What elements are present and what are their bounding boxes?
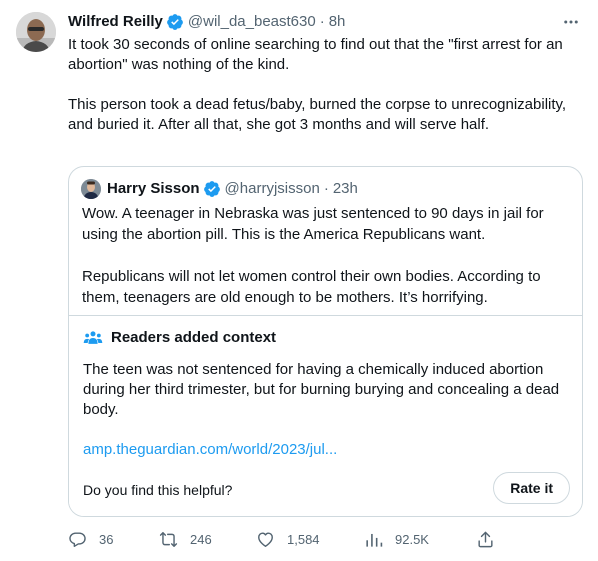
community-note: Readers added context The teen was not s… xyxy=(69,315,582,516)
like-button[interactable]: 1,584 xyxy=(256,528,320,550)
separator-dot: · xyxy=(319,13,325,30)
retweet-count: 246 xyxy=(190,531,212,547)
tweet-actions: 36 246 1,584 92.5K xyxy=(68,528,498,550)
reply-icon xyxy=(69,531,86,547)
retweet-icon xyxy=(159,531,178,547)
views-count: 92.5K xyxy=(395,531,429,547)
quoted-author-handle: @harryjsisson xyxy=(224,180,320,197)
people-icon xyxy=(83,331,103,344)
quoted-tweet-header: Harry Sisson @harryjsisson · 23h xyxy=(81,179,358,199)
helpful-prompt: Do you find this helpful? xyxy=(83,482,233,498)
reply-count: 36 xyxy=(99,531,114,547)
more-options-button[interactable] xyxy=(560,12,582,32)
community-note-link[interactable]: amp.theguardian.com/world/2023/jul... xyxy=(83,440,337,460)
rate-it-button[interactable]: Rate it xyxy=(493,472,570,504)
quoted-author-name: Harry Sisson xyxy=(107,180,200,197)
author-avatar[interactable] xyxy=(16,12,56,52)
community-note-title: Readers added context xyxy=(83,328,276,348)
author-name[interactable]: Wilfred Reilly xyxy=(68,12,163,32)
tweet: Wilfred Reilly @wil_da_beast630 · 8h It … xyxy=(0,0,598,561)
tweet-paragraph: It took 30 seconds of online searching t… xyxy=(68,36,563,73)
person-avatar-icon xyxy=(81,179,101,199)
author-handle[interactable]: @wil_da_beast630 xyxy=(188,12,316,32)
quoted-author-avatar xyxy=(81,179,101,199)
quoted-tweet-timestamp: 23h xyxy=(332,180,358,197)
community-note-text: The teen was not sentenced for having a … xyxy=(83,361,560,418)
reply-button[interactable]: 36 xyxy=(68,528,113,550)
tweet-paragraph: This person took a dead fetus/baby, burn… xyxy=(68,96,567,133)
views-button[interactable]: 92.5K xyxy=(364,528,429,550)
heart-icon xyxy=(258,531,273,547)
share-icon xyxy=(478,531,493,547)
analytics-bars-icon xyxy=(366,533,383,547)
tweet-header: Wilfred Reilly @wil_da_beast630 · 8h xyxy=(68,12,345,32)
retweet-button[interactable]: 246 xyxy=(159,528,212,550)
verified-badge-icon xyxy=(203,181,220,197)
community-note-title-text: Readers added context xyxy=(111,329,277,346)
tweet-text: It took 30 seconds of online searching t… xyxy=(68,35,582,135)
more-dots-icon xyxy=(564,20,578,24)
verified-badge-icon xyxy=(167,14,183,30)
share-button[interactable] xyxy=(476,528,495,550)
like-count: 1,584 xyxy=(287,531,320,547)
separator-dot: · xyxy=(323,180,329,197)
tweet-timestamp[interactable]: 8h xyxy=(329,12,346,32)
person-avatar-icon xyxy=(16,12,56,52)
quoted-tweet-text: Wow. A teenager in Nebraska was just sen… xyxy=(82,203,572,308)
quoted-paragraph: Republicans will not let women control t… xyxy=(82,268,541,306)
quoted-paragraph: Wow. A teenager in Nebraska was just sen… xyxy=(82,205,544,243)
quoted-tweet[interactable]: Harry Sisson @harryjsisson · 23h Wow. A … xyxy=(68,166,583,517)
